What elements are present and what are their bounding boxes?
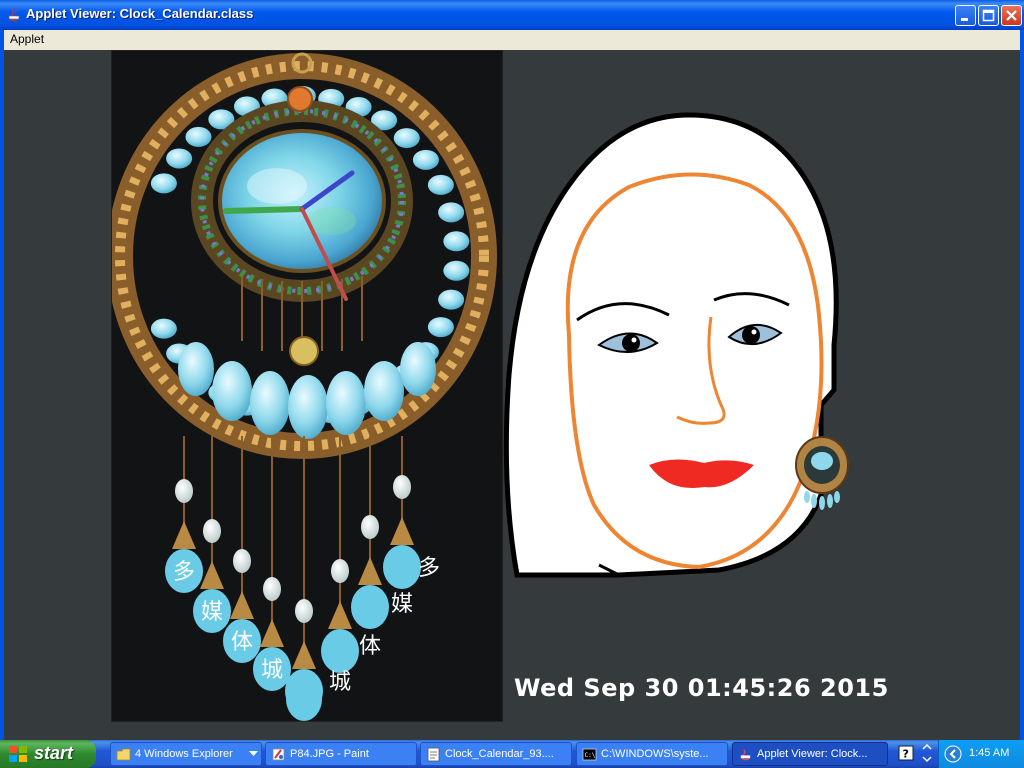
svg-text:C:\: C:\ (585, 752, 596, 759)
clock-character: 体 (359, 634, 381, 659)
task-label: Applet Viewer: Clock... (757, 748, 868, 760)
folder-icon (116, 748, 131, 761)
system-clock: 1:45 AM (969, 747, 1010, 759)
taskbar-item-notepad[interactable]: Clock_Calendar_93.... (420, 742, 572, 766)
clock-character: 体 (231, 630, 253, 655)
clock-character: 城 (329, 670, 351, 695)
java-icon (740, 749, 751, 761)
clock-character: 媒 (391, 592, 413, 617)
title-bar[interactable]: Applet Viewer: Clock_Calendar.class (0, 0, 1024, 30)
maximize-button[interactable] (978, 5, 999, 26)
clock-character: 城 (261, 658, 283, 683)
close-icon (1006, 10, 1017, 21)
chevron-down-icon (249, 751, 258, 756)
java-icon (8, 8, 20, 22)
taskbar-item-paint[interactable]: P84.JPG - Paint (265, 742, 417, 766)
show-hidden-icons-button[interactable] (944, 745, 962, 763)
brooch-illustration: 多媒体城 城体媒多 (112, 51, 502, 721)
task-label: 4 Windows Explorer (135, 748, 233, 760)
console-icon: C:\ (582, 748, 597, 761)
minimize-button[interactable] (955, 5, 976, 26)
task-label: C:\WINDOWS\syste... (601, 748, 709, 760)
task-label: P84.JPG - Paint (290, 748, 369, 760)
face-drawing (503, 112, 849, 578)
system-tray: 1:45 AM (938, 740, 1024, 768)
clock-character: 多 (173, 560, 195, 585)
windows-logo-icon (9, 746, 27, 762)
brooch-clock-image: 多媒体城城体媒多 (111, 50, 503, 722)
clock-character: 媒 (201, 600, 223, 625)
menu-applet[interactable]: Applet (10, 32, 44, 46)
taskbar-item-applet-viewer[interactable]: Applet Viewer: Clock... (732, 742, 888, 766)
close-button[interactable] (1001, 5, 1022, 26)
language-bar-arrows-icon[interactable] (920, 742, 934, 764)
task-label: Clock_Calendar_93.... (445, 748, 554, 760)
applet-viewer-window: Applet Viewer: Clock_Calendar.class Appl… (0, 0, 1024, 740)
taskbar: start 4 Windows Explorer P84.JPG - Paint… (0, 740, 1024, 768)
taskbar-item-windows-explorer[interactable]: 4 Windows Explorer (110, 742, 262, 766)
window-title: Applet Viewer: Clock_Calendar.class (26, 6, 254, 21)
maximize-icon (982, 9, 995, 22)
applet-canvas: 多媒体城城体媒多 Wed Sep 30 01:45:26 2015 (4, 50, 1020, 740)
minimize-icon (961, 18, 968, 21)
help-icon[interactable]: ? (898, 745, 914, 761)
datetime-display: Wed Sep 30 01:45:26 2015 (514, 674, 889, 702)
taskbar-item-command-prompt[interactable]: C:\ C:\WINDOWS\syste... (576, 742, 728, 766)
notepad-icon (427, 747, 440, 762)
clock-character: 多 (418, 556, 440, 581)
hour-hand (223, 206, 305, 214)
paint-icon (272, 748, 285, 761)
start-label: start (34, 743, 74, 763)
start-button[interactable]: start (0, 740, 96, 768)
svg-text:?: ? (903, 748, 909, 761)
menu-bar: Applet (4, 30, 1020, 51)
